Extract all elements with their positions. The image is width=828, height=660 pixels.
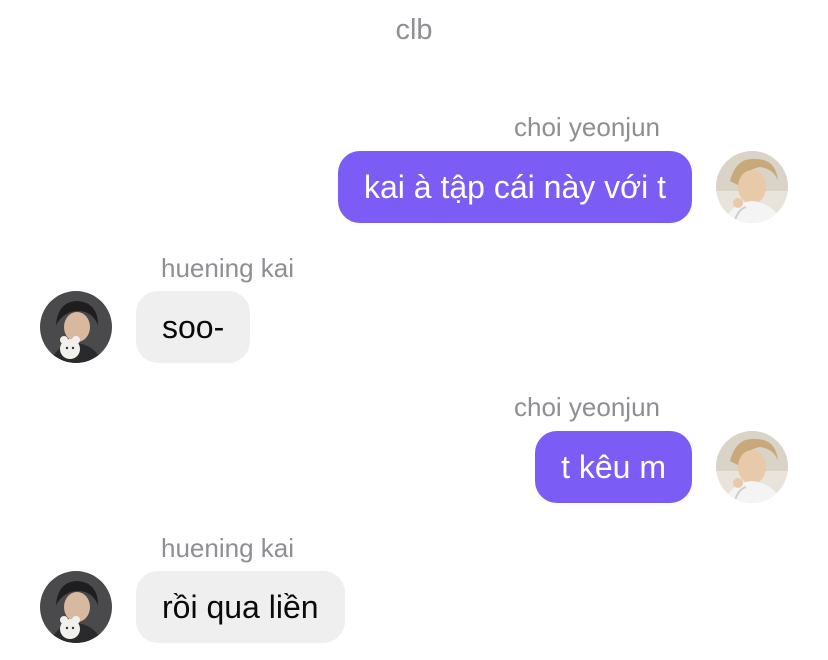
- chat-title: clb: [395, 14, 433, 46]
- sender-name: huening kai: [161, 253, 294, 283]
- sender-name: huening kai: [161, 533, 294, 563]
- avatar-photo-yeonjun: [716, 151, 788, 223]
- avatar-photo-yeonjun: [716, 431, 788, 503]
- avatar-photo-hueningkai: [40, 291, 112, 363]
- chat-screen: clb choi yeonjun kai à tập cái này với t…: [0, 0, 828, 660]
- sender-name: choi yeonjun: [514, 392, 660, 422]
- message-bubble-incoming[interactable]: soo-: [136, 291, 251, 363]
- sender-name: choi yeonjun: [514, 112, 660, 142]
- avatar-yeonjun[interactable]: [716, 151, 788, 223]
- message-bubble-incoming[interactable]: rồi qua liền: [136, 571, 345, 643]
- avatar-hueningkai[interactable]: [40, 571, 112, 643]
- avatar-photo-hueningkai: [40, 571, 112, 643]
- avatar-yeonjun[interactable]: [716, 431, 788, 503]
- message-bubble-outgoing[interactable]: kai à tập cái này với t: [337, 151, 692, 223]
- message-bubble-outgoing[interactable]: t kêu m: [535, 431, 692, 503]
- avatar-hueningkai[interactable]: [40, 291, 112, 363]
